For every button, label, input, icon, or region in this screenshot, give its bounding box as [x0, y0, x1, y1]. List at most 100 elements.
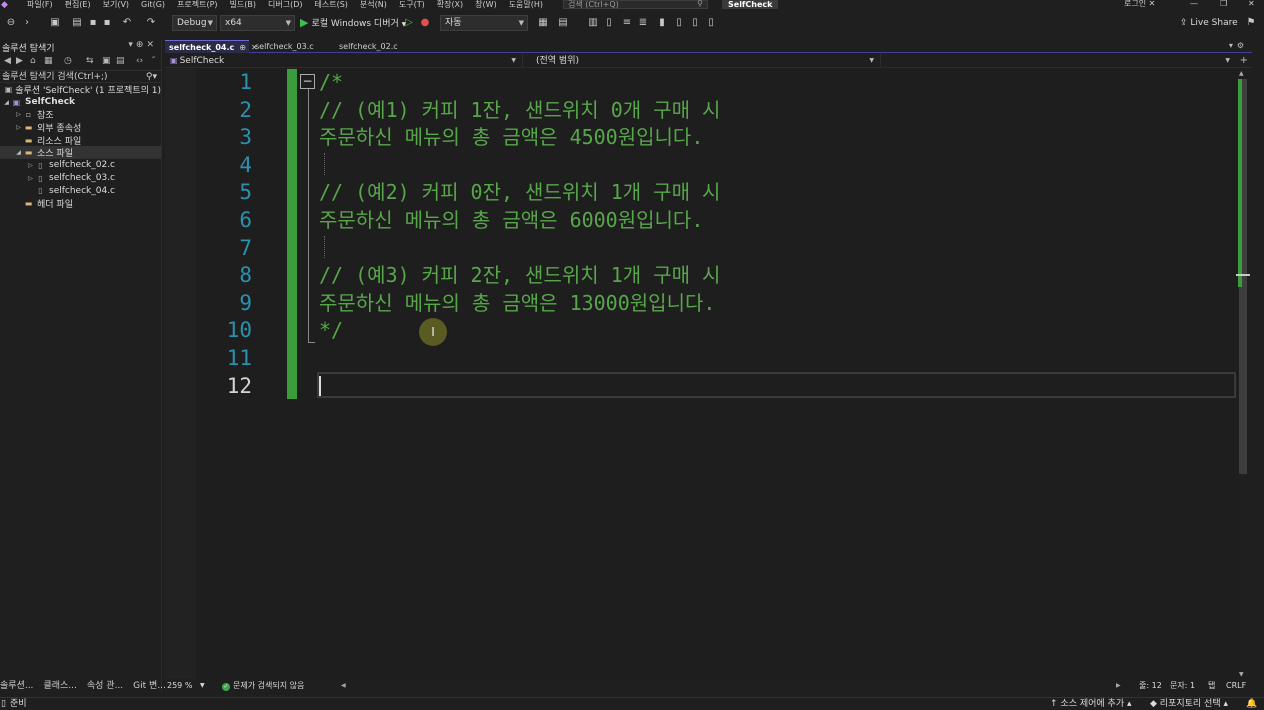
scroll-up-icon[interactable]: ▲ [1239, 70, 1244, 77]
home-icon[interactable]: ⌂ [30, 56, 36, 66]
tab-indicator[interactable]: 탭 [1208, 680, 1215, 692]
outdent-icon[interactable]: ≣ [636, 16, 650, 30]
pin-icon[interactable]: ⊕ [239, 43, 246, 52]
tree-item[interactable]: ▷ ▯ selfcheck_03.c [0, 172, 161, 185]
collapsed-arrow-icon[interactable]: ▷ [26, 162, 35, 169]
tab-overflow-icon[interactable]: ▾⚙ [1229, 40, 1248, 52]
open-file-icon[interactable]: ▤ [70, 16, 84, 30]
back-icon[interactable]: ◀ [4, 56, 11, 66]
toolbar-icon-4[interactable]: ▯ [602, 16, 616, 30]
toolbar-icon-2[interactable]: ▤ [556, 16, 570, 30]
tree-item[interactable]: ▷ ▯ selfcheck_02.c [0, 159, 161, 172]
back-icon[interactable]: ⊖ [4, 16, 18, 30]
show-all-files-icon[interactable]: ▤ [116, 56, 125, 66]
tree-item[interactable]: ▣ 솔루션 'SelfCheck' (1 프로젝트의 1) [0, 83, 161, 96]
bottom-tab[interactable]: 클래스... [43, 678, 76, 691]
tree-item[interactable]: ▬ 리소스 파일 [0, 134, 161, 147]
menu-item[interactable]: 보기(V) [103, 1, 129, 9]
switch-views-icon[interactable]: ▦ [44, 56, 53, 66]
tree-item[interactable]: ◢ ▬ 소스 파일 [0, 146, 161, 159]
editor-tab[interactable]: selfcheck_04.c ⊕ ✕ [165, 40, 258, 53]
vertical-scrollbar[interactable]: ▲ ▼ [1236, 69, 1250, 679]
scroll-down-icon[interactable]: ▼ [1239, 671, 1244, 678]
scope-dropdown[interactable]: (전역 범위) ▼ [533, 54, 881, 68]
platform-select[interactable]: x64 ▼ [220, 15, 295, 31]
menu-item[interactable]: 프로젝트(P) [177, 1, 218, 9]
bottom-tab[interactable]: 속성 관... [87, 678, 123, 691]
editor-tab[interactable]: selfcheck_03.c [251, 40, 333, 53]
collapsed-arrow-icon[interactable]: ▷ [14, 124, 23, 131]
start-debugging-button[interactable]: ▶ 로컬 Windows 디버거 ▼ [300, 15, 406, 31]
toolbar-icon-3[interactable]: ▥ [586, 16, 600, 30]
menu-item[interactable]: 창(W) [475, 1, 497, 9]
project-dropdown[interactable]: ▣ SelfCheck ▼ [167, 54, 523, 68]
collapse-outline-icon[interactable]: − [300, 74, 315, 89]
tree-item[interactable]: ▬ 헤더 파일 [0, 197, 161, 210]
bottom-tab[interactable]: 솔루션... [0, 678, 33, 691]
tree-item[interactable]: ◢ ▣ SelfCheck [0, 96, 161, 109]
bottom-tab[interactable]: Git 변... [133, 678, 166, 691]
feedback-icon[interactable]: ⚑ [1244, 16, 1258, 30]
forward-icon[interactable]: ▶ [16, 56, 23, 66]
chevron-down-icon[interactable]: ▼ [200, 680, 205, 692]
member-dropdown[interactable]: ▼ [883, 54, 1236, 68]
collapse-all-icon[interactable]: ▣ [102, 56, 111, 66]
menu-item[interactable]: 디버그(D) [268, 1, 302, 9]
hot-reload-icon[interactable]: ● [418, 16, 432, 30]
scroll-right-icon[interactable]: ▶ [1116, 680, 1121, 692]
save-icon[interactable]: ▪ [86, 16, 100, 30]
right-tool-rail[interactable] [1252, 40, 1264, 692]
menu-item[interactable]: Git(G) [141, 1, 165, 9]
menu-item[interactable]: 확장(X) [437, 1, 463, 9]
forward-icon[interactable]: › [20, 16, 34, 30]
bookmark-prev-icon[interactable]: ▯ [672, 16, 686, 30]
bookmark-icon[interactable]: ▮ [655, 16, 669, 30]
menu-item[interactable]: 도구(T) [399, 1, 425, 9]
indent-icon[interactable]: ≡ [620, 16, 634, 30]
split-add-icon[interactable]: + [1240, 54, 1248, 68]
new-project-icon[interactable]: ▣ [48, 16, 62, 30]
login-link[interactable]: 로그인 ✕ [1124, 0, 1155, 8]
bookmark-clear-icon[interactable]: ▯ [704, 16, 718, 30]
menu-item[interactable]: 분석(N) [360, 1, 387, 9]
tree-item[interactable]: ▯ selfcheck_04.c [0, 185, 161, 198]
add-to-source-control-button[interactable]: ↑ 소스 제어에 추가 ▴ [1050, 698, 1132, 710]
select-repository-button[interactable]: ◆ 리포지토리 선택 ▴ [1150, 698, 1228, 710]
tree-item[interactable]: ▷ ▬ 외부 종속성 [0, 121, 161, 134]
configuration-select[interactable]: Debug ▼ [172, 15, 217, 31]
undo-icon[interactable]: ↶ [120, 16, 134, 30]
redo-icon[interactable]: ↷ [144, 16, 158, 30]
menu-item[interactable]: 빌드(B) [230, 1, 256, 9]
collapsed-arrow-icon[interactable]: ▷ [26, 175, 35, 182]
minimize-button[interactable]: — [1190, 0, 1198, 8]
close-window-button[interactable]: ✕ [1248, 0, 1255, 8]
code-editor[interactable]: 1 2 3 4 5 6 7 8 9 10 11 12 − /*// (예1) 커피 1잔, 샌드위치 … [165, 69, 1238, 679]
search-input[interactable]: 검색 (Ctrl+Q) ⚲ [563, 0, 708, 9]
issues-indicator[interactable]: ✓ 문제가 검색되지 않음 [222, 680, 304, 692]
notification-bell-icon[interactable]: 🔔 [1246, 698, 1257, 710]
expanded-arrow-icon[interactable]: ◢ [14, 149, 23, 156]
menu-item[interactable]: 편집(E) [65, 1, 91, 9]
save-all-icon[interactable]: ▪ [100, 16, 114, 30]
collapsed-arrow-icon[interactable]: ▷ [14, 111, 23, 118]
toolbar-icon-1[interactable]: ▦ [536, 16, 550, 30]
menu-item[interactable]: 테스트(S) [315, 1, 348, 9]
editor-tab[interactable]: selfcheck_02.c [335, 40, 419, 53]
scroll-left-icon[interactable]: ◀ [341, 680, 346, 692]
bookmark-next-icon[interactable]: ▯ [688, 16, 702, 30]
expanded-arrow-icon[interactable]: ◢ [2, 99, 11, 106]
start-without-debugging-icon[interactable]: ▷ [402, 16, 416, 30]
menu-item[interactable]: 도움말(H) [509, 1, 543, 9]
live-share-button[interactable]: ⇪ Live Share [1180, 16, 1238, 30]
zoom-level[interactable]: 259 % [167, 680, 192, 692]
line-ending-indicator[interactable]: CRLF [1226, 680, 1246, 692]
solution-explorer-search[interactable]: 솔루션 탐색기 검색(Ctrl+;) ⚲▾ [0, 70, 161, 83]
code-view-icon[interactable]: ‹› [136, 56, 143, 66]
tree-item[interactable]: ▷ ▫ 참조 [0, 108, 161, 121]
maximize-button[interactable]: ❐ [1220, 0, 1227, 8]
sync-icon[interactable]: ⇆ [86, 56, 94, 66]
history-icon[interactable]: ◷ [64, 56, 72, 66]
panel-buttons[interactable]: ▾⊕✕ [128, 40, 157, 50]
auto-select[interactable]: 자동 ▼ [440, 15, 528, 31]
more-icon[interactable]: ″ [152, 56, 155, 66]
